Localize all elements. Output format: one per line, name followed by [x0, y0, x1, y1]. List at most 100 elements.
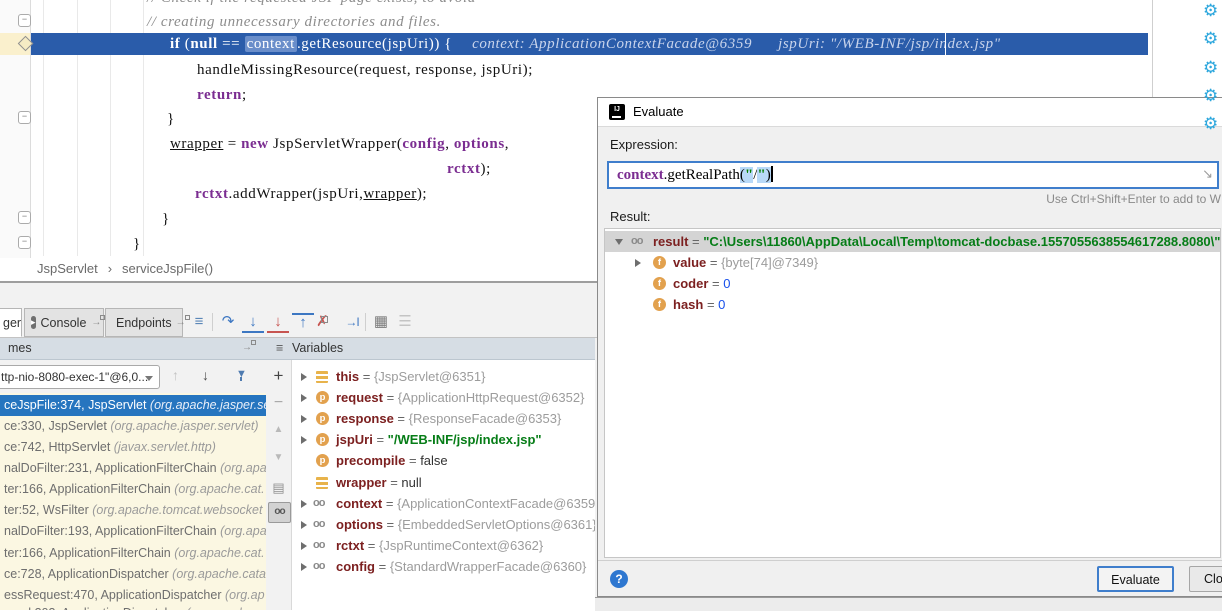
- watch-hint-text: Use Ctrl+Shift+Enter to add to W: [1046, 192, 1221, 206]
- breadcrumb-class[interactable]: JspServlet: [37, 261, 98, 276]
- tab-console[interactable]: ▸ Console →: [24, 308, 104, 337]
- field-icon: f: [653, 256, 666, 269]
- variable-row[interactable]: oocontext = {ApplicationContextFacade@63…: [292, 493, 595, 514]
- run-to-cursor-icon[interactable]: →I: [341, 311, 363, 333]
- keyword-if: if: [170, 36, 180, 52]
- frame-location: nalDoFilter:193, ApplicationFilterChain: [4, 524, 220, 538]
- variable-row[interactable]: ooconfig = {StandardWrapperFacade@6360}: [292, 556, 595, 577]
- jump-to-endpoints-icon[interactable]: →: [176, 317, 186, 328]
- fold-marker-icon[interactable]: −: [18, 111, 31, 124]
- result-tree[interactable]: oo result = "C:\Users\11860\AppData\Loca…: [604, 228, 1221, 558]
- variable-row[interactable]: presponse = {ResponseFacade@6353}: [292, 408, 595, 429]
- help-icon[interactable]: ?: [610, 570, 628, 588]
- code-comment: // creating unnecessary directories and …: [147, 11, 441, 33]
- chevron-right-icon[interactable]: [301, 373, 307, 381]
- variable-name: this: [336, 369, 359, 384]
- variable-name: config: [336, 559, 375, 574]
- breadcrumb-method[interactable]: serviceJspFile(): [122, 261, 213, 276]
- variable-row[interactable]: pprecompile = false: [292, 450, 595, 471]
- restore-layout-icon[interactable]: ≡: [188, 311, 210, 333]
- fold-marker-icon[interactable]: −: [18, 211, 31, 224]
- expr-method: getRealPath: [667, 167, 739, 183]
- frame-package: (org.apache.cat.: [174, 482, 264, 496]
- frame-row[interactable]: nalDoFilter:193, ApplicationFilterChain …: [0, 521, 266, 542]
- drop-frame-icon[interactable]: ✗: [316, 313, 329, 330]
- step-over-icon[interactable]: ↷: [217, 311, 239, 333]
- frames-panel-header: mes →: [0, 338, 266, 360]
- frame-row-selected[interactable]: ceJspFile:374, JspServlet (org.apache.ja…: [0, 395, 266, 416]
- gear-icon[interactable]: ⚙: [1203, 86, 1222, 106]
- chevron-right-icon[interactable]: [301, 500, 307, 508]
- variable-row[interactable]: this = {JspServlet@6351}: [292, 366, 595, 387]
- chevron-right-icon[interactable]: [301, 436, 307, 444]
- variable-name: rctxt: [336, 538, 364, 553]
- force-step-into-icon[interactable]: ↓: [267, 313, 289, 333]
- tab-endpoints[interactable]: Endpoints →: [105, 308, 183, 337]
- frame-row-clipped[interactable]: ward:303, ApplicationDispatcher (org.apa…: [0, 603, 266, 610]
- variable-wrapper: wrapper: [170, 136, 223, 152]
- copy-to-watches-icon[interactable]: ▤: [266, 480, 291, 496]
- code-line: handleMissingResource(request, response,…: [197, 59, 533, 81]
- filter-frames-icon[interactable]: ▼: [236, 368, 247, 381]
- step-out-icon[interactable]: ↑: [292, 313, 314, 333]
- evaluate-button[interactable]: Evaluate: [1097, 566, 1174, 592]
- variable-row[interactable]: pjspUri = "/WEB-INF/jsp/index.jsp": [292, 429, 595, 450]
- result-child-row[interactable]: f coder = 0: [605, 273, 1220, 294]
- frame-row[interactable]: ce:742, HttpServlet (javax.servlet.http): [0, 437, 266, 458]
- code-text: ,: [505, 136, 509, 152]
- variables-menu-icon[interactable]: ≡: [276, 341, 283, 355]
- code-text: );: [417, 186, 427, 202]
- evaluate-expression-icon[interactable]: ▦: [370, 311, 392, 333]
- frame-row[interactable]: ter:166, ApplicationFilterChain (org.apa…: [0, 479, 266, 500]
- variable-row[interactable]: oooptions = {EmbeddedServletOptions@6361…: [292, 514, 595, 535]
- field-options: options: [454, 136, 505, 152]
- thread-selector[interactable]: ttp-nio-8080-exec-1"@6,0...: [0, 365, 160, 389]
- previous-frame-icon[interactable]: ↑: [172, 367, 179, 383]
- variable-row[interactable]: prequest = {ApplicationHttpRequest@6352}: [292, 387, 595, 408]
- chevron-right-icon[interactable]: [301, 563, 307, 571]
- frame-package: (org.apa: [220, 524, 266, 538]
- dialog-titlebar[interactable]: IJ Evaluate: [598, 98, 1222, 127]
- expression-input[interactable]: context.getRealPath("/"): [607, 161, 1219, 189]
- add-watch-icon[interactable]: +: [266, 366, 291, 386]
- frame-package: (org.apache.jasper.servlet): [110, 419, 258, 433]
- fold-marker-icon[interactable]: −: [18, 14, 31, 27]
- chevron-right-icon[interactable]: [635, 259, 641, 267]
- frame-row[interactable]: ter:52, WsFilter (org.apache.tomcat.webs…: [0, 500, 266, 521]
- variable-row[interactable]: oorctxt = {JspRuntimeContext@6362}: [292, 535, 595, 556]
- variables-tree[interactable]: this = {JspServlet@6351} prequest = {App…: [292, 360, 595, 610]
- chevron-right-icon[interactable]: [301, 415, 307, 423]
- step-into-icon[interactable]: ↓: [242, 313, 264, 333]
- jump-to-console-icon[interactable]: →: [91, 317, 101, 328]
- chevron-right-icon[interactable]: [301, 542, 307, 550]
- chevron-right-icon[interactable]: [301, 521, 307, 529]
- chevron-down-icon[interactable]: [615, 239, 623, 245]
- expand-input-icon[interactable]: ↘: [1202, 166, 1213, 182]
- frames-list[interactable]: ceJspFile:374, JspServlet (org.apache.ja…: [0, 393, 266, 610]
- inline-debug-hint-jspuri: jspUri: "/WEB-INF/jsp/index.jsp": [778, 36, 1001, 52]
- frames-pin-icon[interactable]: →: [242, 342, 252, 353]
- result-child-row[interactable]: f value = {byte[74]@7349}: [605, 252, 1220, 273]
- variable-wrapper: wrapper: [363, 186, 416, 202]
- frame-row[interactable]: ce:728, ApplicationDispatcher (org.apach…: [0, 564, 266, 585]
- frame-row[interactable]: ce:330, JspServlet (org.apache.jasper.se…: [0, 416, 266, 437]
- variable-value: {ResponseFacade@6353}: [409, 411, 562, 426]
- result-child-row[interactable]: f hash = 0: [605, 294, 1220, 315]
- tab-debugger[interactable]: ger: [0, 308, 22, 337]
- result-row-selected[interactable]: oo result = "C:\Users\11860\AppData\Loca…: [605, 231, 1220, 252]
- next-frame-icon[interactable]: ↓: [202, 367, 209, 383]
- gear-icon[interactable]: ⚙: [1203, 58, 1222, 78]
- gear-icon[interactable]: ⚙: [1203, 29, 1222, 49]
- frame-row[interactable]: nalDoFilter:231, ApplicationFilterChain …: [0, 458, 266, 479]
- fold-marker-icon[interactable]: −: [18, 236, 31, 249]
- gear-icon[interactable]: ⚙: [1203, 114, 1222, 134]
- chevron-right-icon[interactable]: [301, 394, 307, 402]
- equals: =: [375, 559, 390, 574]
- variable-value: null: [401, 475, 421, 490]
- show-watches-toggle-icon[interactable]: oo: [268, 502, 291, 523]
- variable-row[interactable]: wrapper = null: [292, 472, 595, 493]
- gear-icon[interactable]: ⚙: [1203, 1, 1222, 21]
- move-watch-up-icon: ▲: [266, 424, 291, 435]
- close-button[interactable]: Close: [1189, 566, 1222, 592]
- frame-row[interactable]: ter:166, ApplicationFilterChain (org.apa…: [0, 543, 266, 564]
